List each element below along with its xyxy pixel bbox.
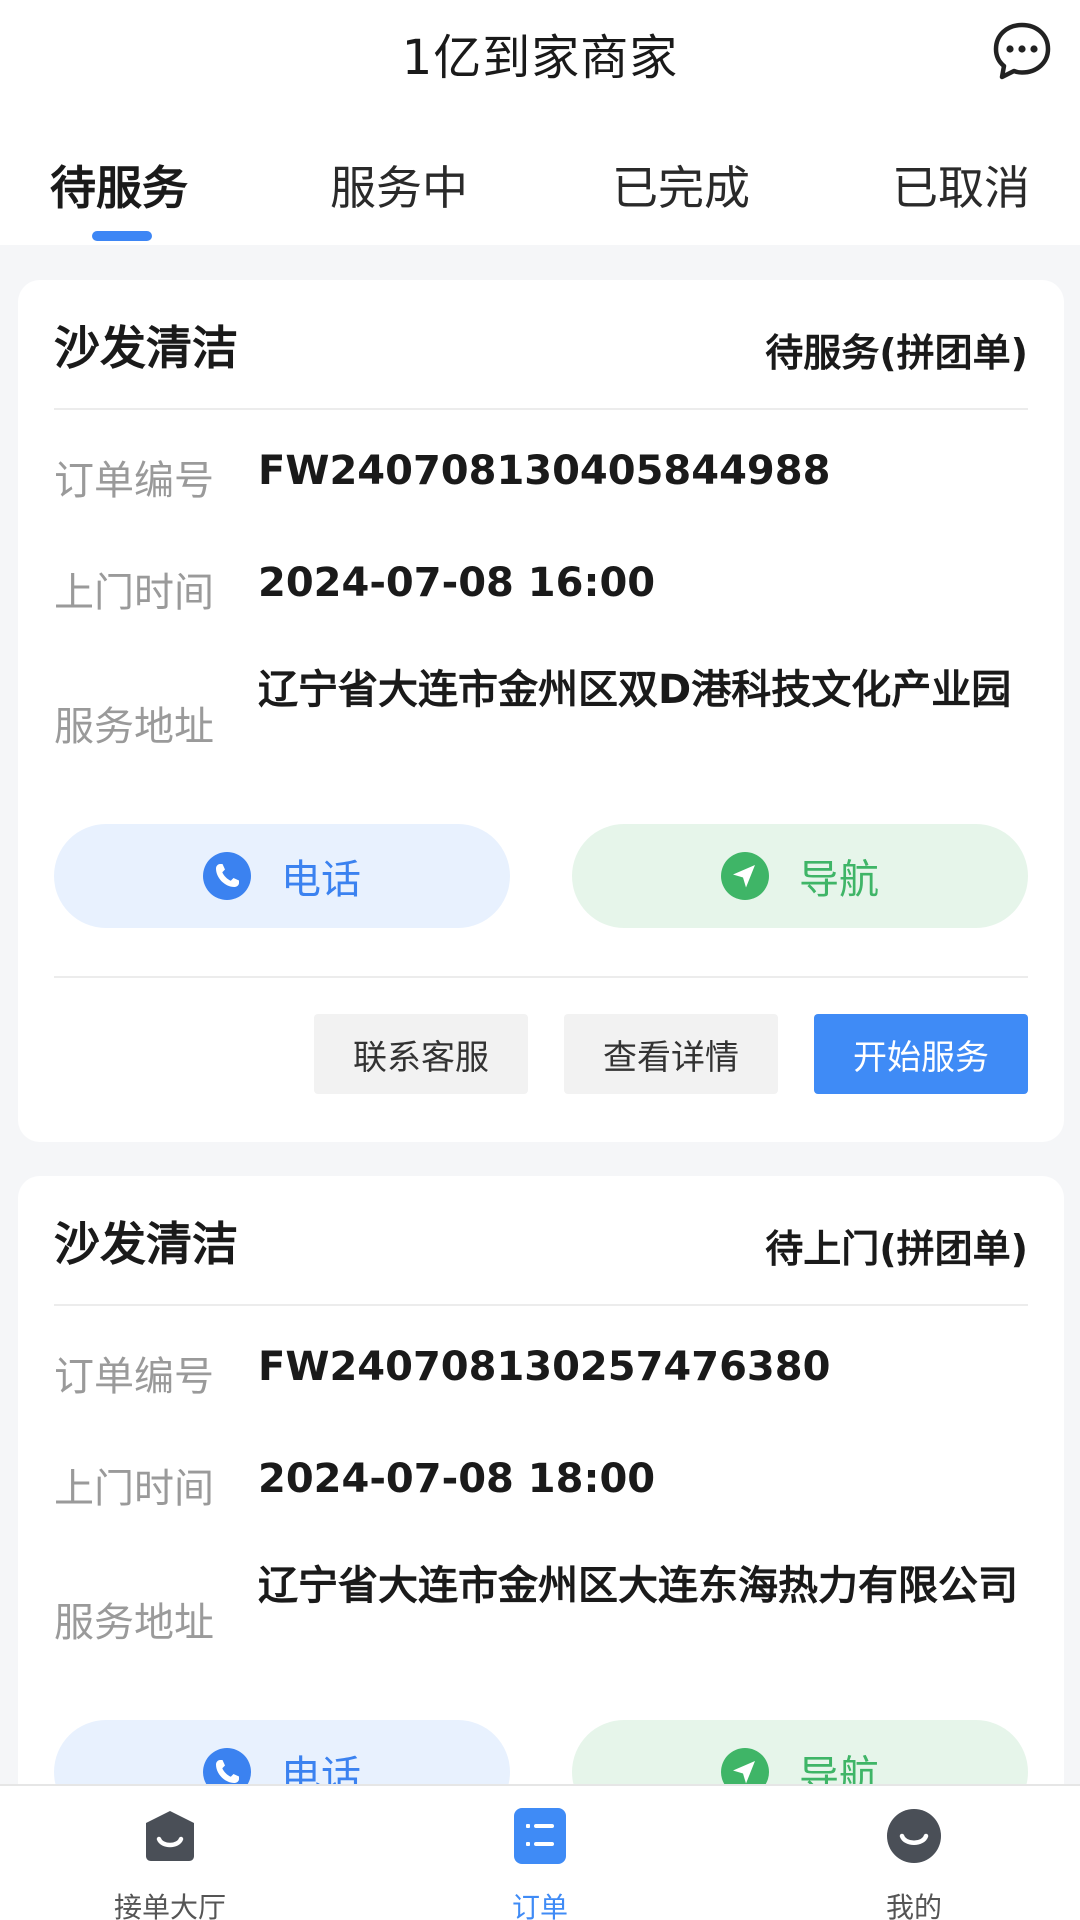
tab-pending-service[interactable]: 待服务 xyxy=(50,152,188,218)
app-root: 1亿到家商家 待服务 服务中 已完成 已取消 沙发清洁 待服务(拼团单) 订单编… xyxy=(0,0,1080,1920)
order-number-value: FW2407081304058449​88 xyxy=(258,448,831,494)
nav-profile[interactable]: 我的 xyxy=(814,1786,1014,1920)
visit-time-value: 2024-07-08 18:00 xyxy=(258,1456,656,1502)
address-label: 服务地址 xyxy=(54,704,214,750)
nav-label: 接单大厅 xyxy=(113,1891,226,1920)
address-value: 辽宁省大连市金州区双D港科技文化产业园 xyxy=(258,667,1012,713)
chat-bubble-icon[interactable] xyxy=(991,20,1053,82)
card-divider xyxy=(54,1304,1028,1306)
bottom-tab-bar: 接单大厅 订单 我的 xyxy=(0,1784,1080,1920)
tab-in-service[interactable]: 服务中 xyxy=(330,152,468,218)
order-status: 待上门(拼团单) xyxy=(765,1227,1028,1271)
nav-orders[interactable]: 订单 xyxy=(440,1786,640,1920)
phone-icon xyxy=(203,852,251,900)
order-status-tabs: 待服务 服务中 已完成 已取消 xyxy=(0,110,1080,245)
visit-time-value: 2024-07-08 16:00 xyxy=(258,560,656,606)
card-divider xyxy=(54,408,1028,410)
page-title: 1亿到家商家 xyxy=(401,30,679,86)
address-value: 辽宁省大连市金州区大连东海热力有限公司 xyxy=(258,1563,1018,1609)
tab-completed[interactable]: 已完成 xyxy=(612,152,750,218)
order-title: 沙发清洁 xyxy=(54,1217,238,1271)
call-button-label: 电话 xyxy=(281,857,361,903)
navigate-button-label: 导航 xyxy=(799,857,879,903)
navigate-button[interactable]: 导航 xyxy=(572,824,1028,928)
start-service-button[interactable]: 开始服务 xyxy=(814,1014,1028,1094)
nav-order-hall[interactable]: 接单大厅 xyxy=(70,1786,270,1920)
order-title: 沙发清洁 xyxy=(54,321,238,375)
card-divider xyxy=(54,976,1028,978)
nav-label: 订单 xyxy=(511,1891,568,1920)
top-bar: 1亿到家商家 xyxy=(0,0,1080,110)
tab-cancelled[interactable]: 已取消 xyxy=(892,152,1030,218)
visit-time-label: 上门时间 xyxy=(54,1466,214,1512)
view-details-button[interactable]: 查看详情 xyxy=(564,1014,778,1094)
order-status: 待服务(拼团单) xyxy=(765,331,1028,375)
order-number-value: FW240708130257476380 xyxy=(258,1344,831,1390)
order-number-label: 订单编号 xyxy=(54,1354,214,1400)
contact-support-button[interactable]: 联系客服 xyxy=(314,1014,528,1094)
order-list-icon xyxy=(514,1808,566,1864)
profile-icon xyxy=(887,1809,941,1863)
navigation-arrow-icon xyxy=(721,852,769,900)
address-label: 服务地址 xyxy=(54,1600,214,1646)
visit-time-label: 上门时间 xyxy=(54,570,214,616)
nav-label: 我的 xyxy=(885,1891,942,1920)
call-button[interactable]: 电话 xyxy=(54,824,510,928)
hall-icon xyxy=(146,1811,194,1861)
active-tab-indicator xyxy=(92,231,152,241)
order-card: 沙发清洁 待服务(拼团单) 订单编号 FW2407081304058449​88… xyxy=(18,280,1064,1142)
order-number-label: 订单编号 xyxy=(54,458,214,504)
